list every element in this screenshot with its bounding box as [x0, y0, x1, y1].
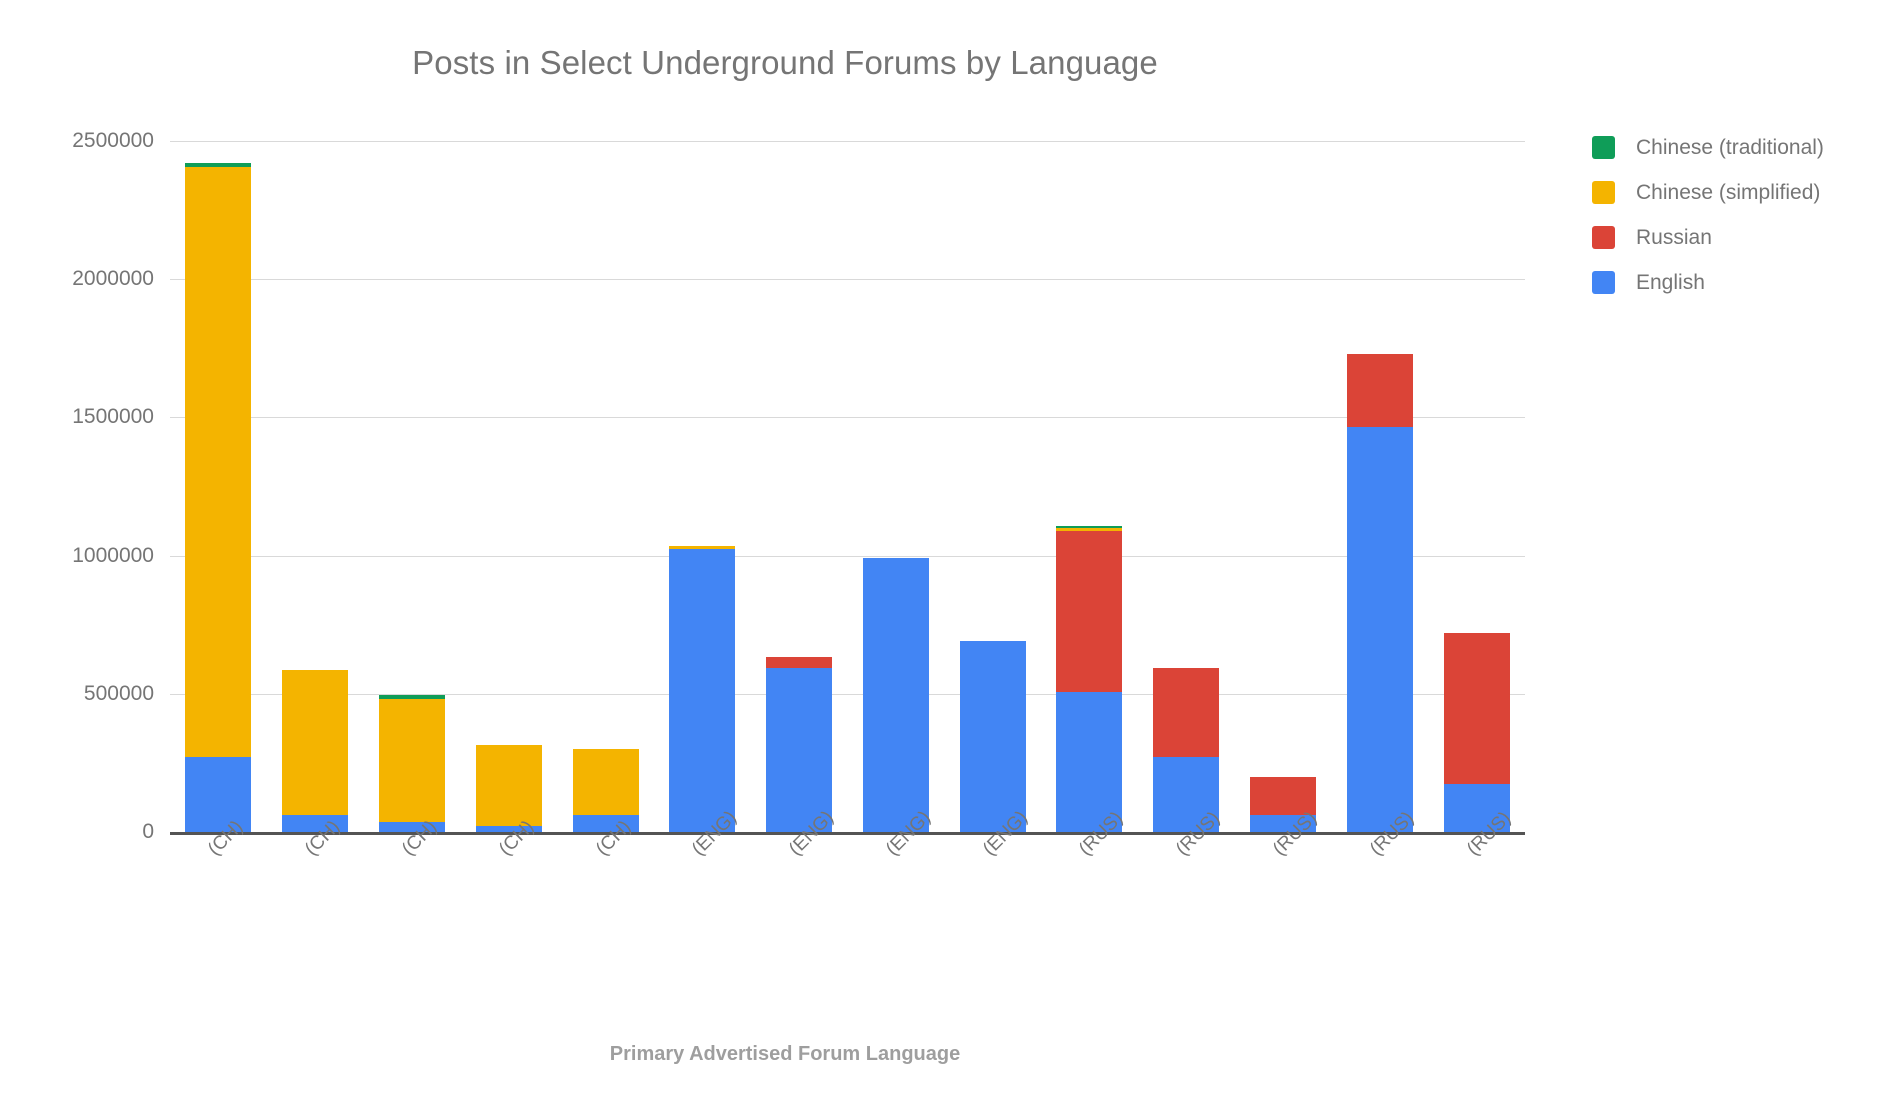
bar-group[interactable] [959, 141, 1026, 832]
bar-segment-english[interactable] [862, 558, 929, 832]
chart-legend: Chinese (traditional) Chinese (simplified… [1592, 125, 1882, 305]
x-axis-line [170, 832, 1525, 835]
stacked-bar[interactable] [1443, 633, 1510, 832]
chart-title: Posts in Select Underground Forums by La… [412, 44, 1158, 81]
bar-segment-chinese-simplified[interactable] [282, 670, 349, 816]
bar-segment-russian[interactable] [1056, 530, 1123, 693]
bar-group[interactable] [1443, 141, 1510, 832]
y-axis-tick-label: 2500000 [72, 129, 154, 152]
plot-area [170, 141, 1525, 835]
bar-segment-chinese-simplified[interactable] [185, 167, 252, 758]
legend-item-label: Russian [1636, 225, 1712, 249]
y-axis-tick-label: 500000 [83, 681, 154, 705]
bar-segment-russian[interactable] [766, 656, 833, 668]
legend-swatch-icon [1592, 136, 1615, 159]
bar-segment-russian[interactable] [1346, 353, 1413, 428]
legend-item-label: English [1636, 270, 1705, 294]
stacked-bar[interactable] [185, 163, 252, 832]
legend-item-label: Chinese (traditional) [1636, 135, 1824, 159]
bar-segment-english[interactable] [185, 757, 252, 832]
stacked-bar[interactable] [378, 695, 445, 832]
stacked-bar[interactable] [862, 558, 929, 832]
y-axis-tick-label: 1000000 [72, 543, 154, 567]
bar-segment-chinese-simplified[interactable] [475, 744, 542, 827]
legend-item-label: Chinese (simplified) [1636, 180, 1821, 204]
y-axis-tick-label: 2000000 [72, 267, 154, 291]
chart-container: Posts in Select Underground Forums by La… [0, 0, 1892, 1117]
bar-group[interactable] [282, 141, 349, 832]
bar-group[interactable] [766, 141, 833, 832]
bar-group[interactable] [378, 141, 445, 832]
stacked-bar[interactable] [959, 641, 1026, 832]
stacked-bar[interactable] [282, 670, 349, 832]
legend-item[interactable]: Chinese (simplified) [1592, 170, 1882, 215]
bar-segment-russian[interactable] [1443, 633, 1510, 784]
legend-swatch-icon [1592, 181, 1615, 204]
bar-series-group [170, 141, 1525, 832]
stacked-bar[interactable] [669, 545, 736, 832]
legend-item[interactable]: Russian [1592, 215, 1882, 260]
bar-segment-english[interactable] [669, 548, 736, 832]
stacked-bar[interactable] [1346, 353, 1413, 832]
bar-segment-english[interactable] [1346, 427, 1413, 832]
legend-swatch-icon [1592, 271, 1615, 294]
bar-group[interactable] [1056, 141, 1123, 832]
legend-item[interactable]: English [1592, 260, 1882, 305]
bar-group[interactable] [1153, 141, 1220, 832]
y-axis-tick-label: 1500000 [72, 405, 154, 429]
bar-segment-chinese-simplified[interactable] [378, 699, 445, 823]
stacked-bar[interactable] [766, 656, 833, 832]
stacked-bar[interactable] [1056, 525, 1123, 832]
stacked-bar[interactable] [572, 749, 639, 832]
bar-group[interactable] [669, 141, 736, 832]
bar-group[interactable] [572, 141, 639, 832]
bar-group[interactable] [1250, 141, 1317, 832]
bar-group[interactable] [185, 141, 252, 832]
y-axis-tick-label: 0 [142, 820, 154, 843]
bar-segment-chinese-simplified[interactable] [572, 749, 639, 816]
bar-group[interactable] [475, 141, 542, 832]
bar-segment-russian[interactable] [1153, 667, 1220, 758]
bar-group[interactable] [862, 141, 929, 832]
x-axis-title: Primary Advertised Forum Language [609, 1043, 961, 1065]
stacked-bar[interactable] [475, 744, 542, 832]
bar-group[interactable] [1346, 141, 1413, 832]
legend-swatch-icon [1592, 226, 1615, 249]
bar-segment-english[interactable] [959, 641, 1026, 832]
legend-item[interactable]: Chinese (traditional) [1592, 125, 1882, 170]
